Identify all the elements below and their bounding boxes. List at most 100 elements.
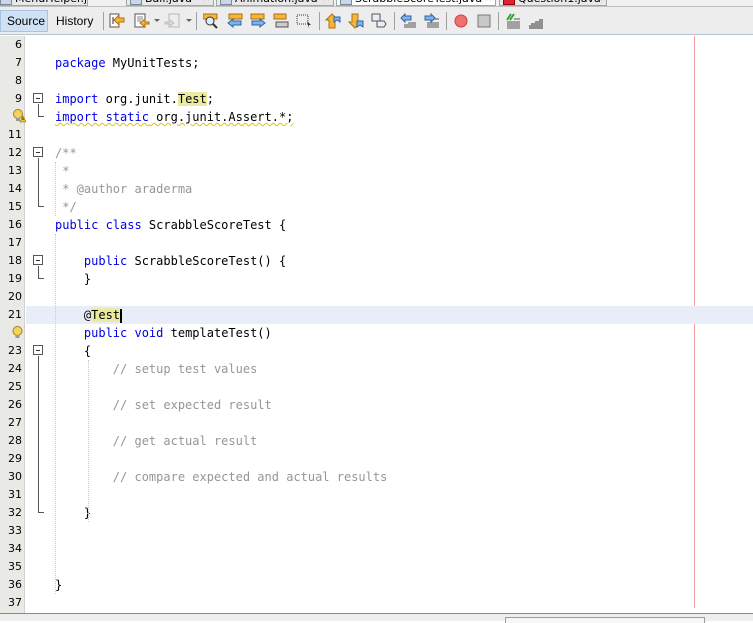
code-text: /** (55, 144, 77, 162)
line-number: 17 (8, 236, 22, 249)
warning-bulb-icon[interactable] (12, 109, 26, 123)
tab-animation[interactable]: Animation.java ✕ (216, 0, 334, 6)
hint-bulb-icon[interactable] (12, 326, 23, 340)
last-edit-icon[interactable] (109, 13, 125, 29)
keyword-token: public void (83, 326, 164, 340)
code-line[interactable]: 11 (0, 126, 753, 144)
java-file-error-icon (503, 0, 515, 5)
code-line[interactable]: 19 } (0, 270, 753, 288)
code-line[interactable]: 28 // get actual result (0, 432, 753, 450)
start-macro-icon[interactable] (453, 13, 469, 29)
code-line[interactable]: public void templateTest() (0, 324, 753, 342)
uncomment-icon[interactable] (528, 13, 544, 29)
java-file-icon (0, 0, 12, 5)
toggle-bookmark-icon[interactable] (371, 13, 387, 29)
code-line[interactable]: 18 public ScrabbleScoreTest() { (0, 252, 753, 270)
shift-right-icon[interactable] (423, 13, 439, 29)
editor-toolbar: Source History (0, 7, 753, 35)
comment-token: /** (55, 146, 77, 160)
find-next-icon[interactable] (250, 13, 266, 29)
code-line-current[interactable]: 21 @Test (8, 306, 753, 324)
code-line[interactable]: 27 (0, 414, 753, 432)
horizontal-scrollbar[interactable] (505, 617, 705, 623)
code-line[interactable]: 9 import org.junit.Test; (0, 90, 753, 108)
rectangular-selection-icon[interactable] (296, 13, 312, 29)
fold-toggle-javadoc[interactable] (33, 147, 43, 157)
tab-menuhelper[interactable]: MenuHelper.java ✕ (0, 0, 88, 6)
code-text: * (55, 162, 69, 180)
line-number: 16 (8, 218, 22, 231)
code-text: */ (55, 198, 76, 216)
code-line[interactable]: 32 } (0, 504, 753, 522)
java-test-file-icon (340, 0, 352, 5)
code-text: public class ScrabbleScoreTest { (55, 216, 286, 234)
line-number: 31 (8, 488, 22, 501)
close-icon[interactable]: ✕ (595, 0, 603, 4)
close-icon[interactable]: ✕ (484, 0, 492, 4)
close-icon[interactable]: ✕ (76, 0, 84, 4)
code-line[interactable]: 34 (0, 540, 753, 558)
toggle-highlight-icon[interactable] (273, 13, 289, 29)
fold-end (38, 116, 44, 117)
tab-question1[interactable]: Question1.java ✕ (499, 0, 607, 6)
code-line[interactable]: 20 (0, 288, 753, 306)
code-line[interactable]: 6 (0, 36, 753, 54)
code-line[interactable]: 37 (0, 594, 753, 612)
tab-scrabblescoretest[interactable]: ScrabbleScoreTest.java ✕ (336, 0, 496, 6)
fold-toggle-imports[interactable] (33, 93, 43, 103)
code-line[interactable]: 33 (0, 522, 753, 540)
line-number: 26 (8, 398, 22, 411)
close-icon[interactable]: ✕ (322, 0, 330, 4)
close-icon[interactable]: ✕ (202, 0, 210, 4)
code-line[interactable]: 14 * @author araderma (0, 180, 753, 198)
shift-left-icon[interactable] (400, 13, 416, 29)
line-number: 6 (15, 38, 22, 51)
forward-icon[interactable] (164, 13, 180, 29)
next-bookmark-icon[interactable] (348, 13, 364, 29)
code-line[interactable]: 15 */ (0, 198, 753, 216)
tab-ball[interactable]: Ball.java ✕ (126, 0, 214, 6)
chevron-down-icon[interactable] (154, 19, 160, 22)
code-line[interactable]: 26 // set expected result (0, 396, 753, 414)
back-icon[interactable] (134, 13, 150, 29)
stop-macro-icon[interactable] (476, 13, 492, 29)
code-line[interactable]: 12 /** (0, 144, 753, 162)
code-line[interactable]: 25 (0, 378, 753, 396)
fold-toggle-constructor[interactable] (33, 255, 43, 265)
code-editor[interactable]: 6 7 package MyUnitTests; 8 9 import org.junit… (0, 36, 753, 613)
code-line[interactable]: 7 package MyUnitTests; (0, 54, 753, 72)
code-token: } (55, 272, 92, 286)
code-line[interactable]: 35 (0, 558, 753, 576)
code-line[interactable]: 16 public class ScrabbleScoreTest { (0, 216, 753, 234)
find-icon[interactable] (203, 13, 219, 29)
toolbar-separator (103, 12, 104, 30)
line-number: 28 (8, 434, 22, 447)
keyword-token: public class (55, 218, 142, 232)
fold-line (38, 266, 39, 278)
code-line[interactable]: 17 (0, 234, 753, 252)
code-text: } (55, 504, 91, 522)
previous-bookmark-icon[interactable] (325, 13, 341, 29)
code-line[interactable]: 29 (0, 450, 753, 468)
find-previous-icon[interactable] (227, 13, 243, 29)
code-line[interactable]: 24 // setup test values (0, 360, 753, 378)
comment-icon[interactable] (505, 13, 521, 29)
fold-toggle-method[interactable] (33, 345, 43, 355)
code-line[interactable]: 36} (0, 576, 753, 594)
code-line[interactable]: 23 { (0, 342, 753, 360)
chevron-down-icon[interactable] (186, 19, 192, 22)
code-token: } (55, 506, 92, 520)
code-line[interactable]: import static org.junit.Assert.*; (0, 108, 753, 126)
code-line[interactable]: 8 (0, 72, 753, 90)
code-text: public void templateTest() (55, 324, 272, 342)
source-button[interactable]: Source (0, 10, 48, 32)
code-token: org.junit. (98, 92, 178, 106)
code-line[interactable]: 31 (0, 486, 753, 504)
code-token: } (55, 578, 63, 592)
code-line[interactable]: 13 * (0, 162, 753, 180)
line-number: 33 (8, 524, 22, 537)
code-line[interactable]: 30 // compare expected and actual result… (0, 468, 753, 486)
history-button[interactable]: History (50, 10, 99, 32)
line-number: 20 (8, 290, 22, 303)
toolbar-separator (394, 12, 395, 30)
